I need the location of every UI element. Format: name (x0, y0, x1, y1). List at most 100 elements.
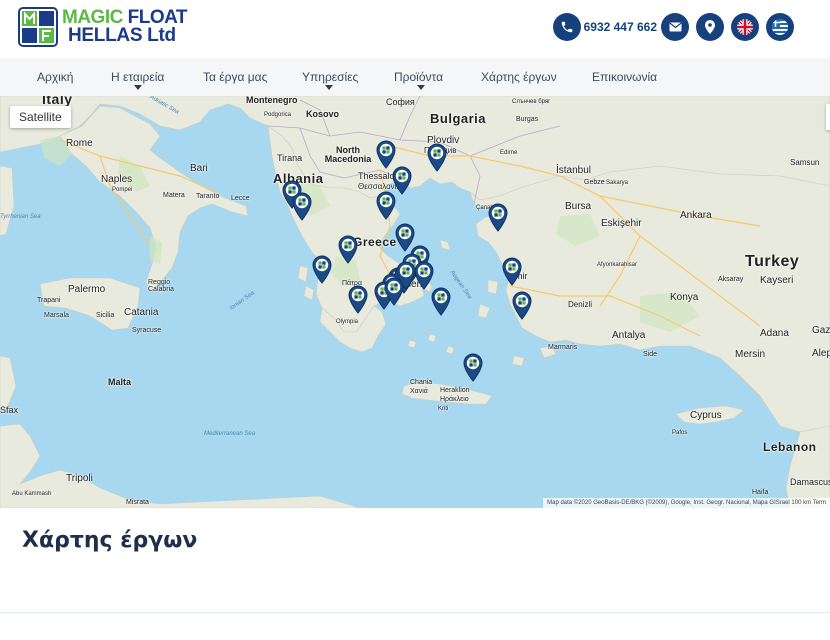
map-label: Kriti (438, 406, 449, 412)
map-marker-icon[interactable] (430, 286, 452, 316)
map-label: Gebze (584, 179, 605, 186)
map-label: Mersin (735, 349, 766, 360)
map-label: Cyprus (690, 410, 722, 421)
map-label: Sakarya (606, 180, 629, 186)
map-label: Bulgaria (430, 111, 487, 126)
map-label: Tyrrhenian Sea (0, 214, 41, 220)
map-label: Denizli (568, 300, 593, 309)
map-label: Antalya (612, 330, 646, 341)
nav-item-home[interactable]: Αρχική (37, 70, 73, 84)
nav-item-contact[interactable]: Επικοινωνία (592, 70, 657, 84)
map-label: Pafos (672, 430, 688, 436)
map-label: İstanbul (556, 165, 592, 176)
map-marker-icon[interactable] (375, 190, 397, 220)
chevron-down-icon (134, 85, 142, 90)
map-label: Haifa (752, 489, 769, 496)
map-label: Lecce (231, 195, 250, 202)
map-label: Konya (670, 292, 699, 303)
email-icon[interactable] (661, 13, 689, 41)
map-label: Kosovo (306, 109, 340, 119)
map-marker-icon[interactable] (511, 290, 533, 320)
map-attribution: Map data ©2020 GeoBasis-DE/BKG (©2009), … (543, 498, 830, 508)
nav-item-project-map[interactable]: Χάρτης έργων (481, 70, 557, 84)
map-label: Heraklion (440, 387, 470, 394)
nav-item-company[interactable]: Η εταιρεία (111, 70, 164, 84)
map-label: Sfax (0, 405, 19, 415)
map-label: Reggio Calabria (148, 279, 175, 293)
phone-icon[interactable] (552, 13, 581, 41)
map-label: Eskişehir (601, 218, 642, 229)
map-label: Ηράκλειο (440, 396, 469, 403)
map-label: Samsun (790, 158, 820, 167)
map-marker-icon[interactable] (426, 142, 448, 172)
logo-mark-icon (18, 7, 58, 47)
nav-item-services[interactable]: Υπηρεσίες (302, 70, 358, 84)
map-label: Palermo (68, 284, 106, 295)
map-label: Syracuse (132, 327, 162, 334)
map-marker-icon[interactable] (337, 234, 359, 264)
map-control-button[interactable] (826, 104, 830, 130)
satellite-toggle-button[interactable]: Satellite (10, 106, 71, 128)
nav-item-projects[interactable]: Τα έργα μας (203, 70, 267, 84)
map-label: Montenegro (246, 96, 298, 105)
map-label: София (386, 97, 415, 107)
map-label: Aksaray (718, 276, 744, 283)
chevron-down-icon (325, 85, 333, 90)
map-label: Naples (101, 174, 133, 185)
project-map[interactable]: Italy Rome Naples Pompei Bari Matera Tar… (0, 96, 830, 508)
map-label: Turkey (745, 253, 800, 270)
map-label: Kayseri (760, 275, 794, 286)
map-label: Catania (124, 307, 159, 318)
logo[interactable]: MAGIC FLOAT HELLAS Ltd (18, 7, 188, 47)
greek-flag-icon[interactable] (766, 13, 794, 41)
map-marker-icon[interactable] (395, 260, 417, 290)
map-label: Bursa (565, 201, 592, 212)
page-title: Χάρτης έργων (22, 528, 198, 553)
map-marker-icon[interactable] (291, 191, 313, 221)
map-label: Tirana (277, 153, 303, 163)
nav-item-products[interactable]: Προϊόντα (394, 70, 443, 84)
map-label: Слънчев бряг (512, 99, 551, 105)
map-label: Gaz (812, 325, 830, 336)
map-label: Mediterranean Sea (204, 431, 256, 437)
map-label: Matera (163, 192, 185, 199)
map-label: Malta (108, 377, 132, 387)
main-nav: Αρχική Η εταιρεία Τα έργα μας Υπηρεσίες … (0, 58, 830, 96)
map-label: Bari (190, 163, 208, 174)
map-label: Afyonkarahisar (597, 262, 638, 268)
map-label: Rome (66, 138, 93, 149)
uk-flag-icon[interactable] (731, 13, 759, 41)
terms-link[interactable]: Term (813, 500, 826, 506)
chevron-down-icon (417, 85, 425, 90)
map-label: Misrata (126, 499, 149, 506)
map-label: Abu Kammash (12, 491, 52, 497)
map-marker-icon[interactable] (501, 256, 523, 286)
location-icon[interactable] (696, 13, 724, 41)
map-label: Sicilia (96, 312, 115, 319)
map-marker-icon[interactable] (462, 352, 484, 382)
map-label: Trapani (37, 297, 61, 304)
map-label: Lebanon (763, 440, 817, 454)
map-label: Greece (353, 235, 397, 249)
map-label: Taranto (196, 193, 220, 200)
map-label: Burgas (516, 116, 539, 123)
phone-number[interactable]: 6932 447 662 (584, 20, 657, 34)
map-label: North Macedonia (324, 145, 372, 164)
map-label: Pompei (112, 187, 133, 193)
map-marker-icon[interactable] (347, 284, 369, 314)
map-marker-icon[interactable] (487, 202, 509, 232)
map-label: Χανιά (410, 388, 428, 395)
logo-text-line2: HELLAS Ltd (68, 25, 176, 46)
map-marker-icon[interactable] (311, 254, 333, 284)
map-label: Olympia (336, 319, 359, 325)
map-label: Side (643, 351, 658, 358)
map-label: Podgorica (264, 112, 292, 118)
map-label: Chania (410, 379, 433, 386)
map-label: Marmaris (548, 344, 578, 351)
map-label: Damascus (790, 477, 830, 487)
map-label: Italy (42, 96, 73, 107)
header-contact: 6932 447 662 (552, 13, 794, 41)
map-label: Tripoli (66, 473, 93, 484)
map-label: Ankara (680, 210, 712, 221)
map-label: Edirne (500, 150, 518, 156)
